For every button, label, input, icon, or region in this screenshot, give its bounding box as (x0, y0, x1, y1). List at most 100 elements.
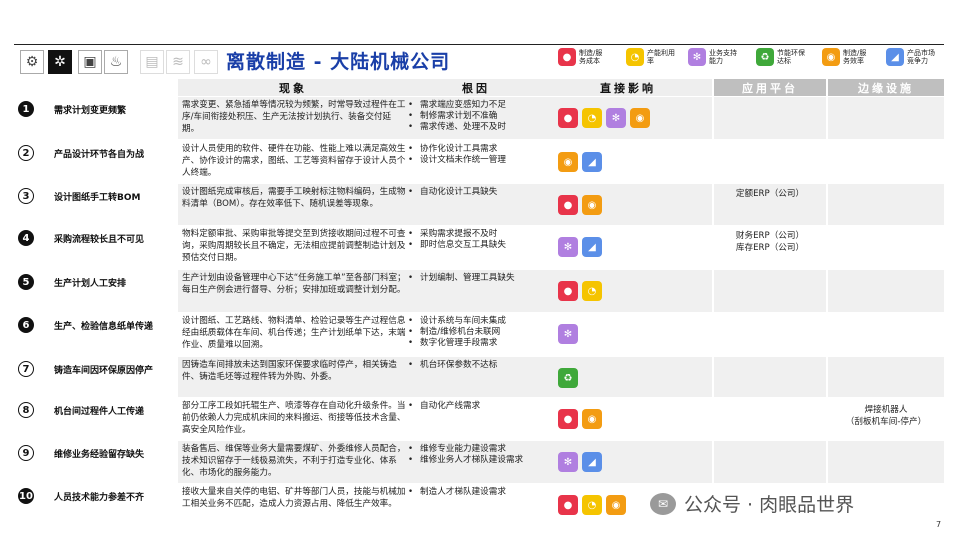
cell-background (828, 441, 944, 483)
efficiency-icon: ◉ (630, 108, 650, 128)
row-number-badge: 1 (18, 101, 34, 117)
phenomenon-text: 设计图纸、工艺路线、物料清单、检验记录等生产过程信息经由纸质载体在车间、机台传递… (182, 316, 406, 350)
row-number-badge: 4 (18, 230, 34, 246)
issue-title: 设计图纸手工转BOM (54, 193, 141, 203)
efficiency-icon: ◉ (582, 409, 602, 429)
eco-icon: ♻ (756, 48, 774, 66)
capacity-clock-icon: ◔ (582, 108, 602, 128)
issue-title: 采购流程较长且不可见 (54, 235, 145, 245)
cell-background (714, 97, 826, 139)
issue-title: 维修业务经验留存缺失 (54, 450, 145, 460)
issue-title: 铸造车间因环保原因停产 (54, 366, 154, 376)
cell-background (828, 184, 944, 225)
cost-icon: ● (558, 108, 578, 128)
phenomenon-text: 物料定额审批、采购审批等提交至到货接收期间过程不可查询，采购周期较长且不确定，无… (182, 229, 406, 263)
market-icon: ◢ (582, 152, 602, 172)
capacity-clock-icon: ◔ (626, 48, 644, 66)
waves-icon[interactable]: ≋ (166, 50, 190, 74)
efficiency-icon: ◉ (582, 195, 602, 215)
issue-title: 机台间过程件人工传递 (54, 407, 145, 417)
column-header-phenomenon: 现象 (178, 79, 408, 96)
table-row: 7 铸造车间因环保原因停产 因铸造车间排放未达到国家环保要求临时停产，相关铸造件、铸… (14, 357, 944, 397)
phenomenon-text: 需求变更、紧急插单等情况较为频繁，时常导致过程件在工序/车间衔接处积压、生产无法… (182, 100, 406, 134)
legend-item-support: ✻ 业务支持能力 (688, 48, 737, 66)
impact-icons: ✻ ◢ (558, 237, 602, 257)
table-row: 4 采购流程较长且不可见 物料定额审批、采购审批等提交至到货接收期间过程不可查询，采… (14, 226, 944, 269)
support-icon: ✻ (558, 237, 578, 257)
row-number-badge: 5 (18, 274, 34, 290)
issue-title: 产品设计环节各自为战 (54, 150, 145, 160)
cell-background (714, 141, 826, 183)
cell-background (828, 141, 944, 183)
cell-background (828, 313, 944, 356)
platform-text: 财务ERP（公司） 库存ERP（公司） (735, 231, 805, 253)
table-row: 3 设计图纸手工转BOM 设计图纸完成审核后，需要手工映射标注物料编码，生成物料清单… (14, 184, 944, 225)
page-number: 7 (936, 520, 942, 529)
impact-icons: ♻ (558, 368, 578, 388)
cost-icon: ● (558, 195, 578, 215)
impact-icons: ● ◔ ✻ ◉ (558, 108, 650, 128)
table-row: 6 生产、检验信息纸单传递 设计图纸、工艺路线、物料清单、检验记录等生产过程信息经由… (14, 313, 944, 356)
issue-title: 生产、检验信息纸单传递 (54, 322, 154, 332)
impact-icons: ✻ (558, 324, 578, 344)
efficiency-icon: ◉ (558, 152, 578, 172)
legend-label: 产品市场竞争力 (907, 49, 935, 65)
legend-item-efficiency: ◉ 制造/服务效率 (822, 48, 871, 66)
support-icon: ✻ (606, 108, 626, 128)
market-icon: ◢ (886, 48, 904, 66)
cell-background (714, 313, 826, 356)
watermark-text: 公众号 · 肉眼品世界 (684, 494, 855, 516)
table-row: 9 维修业务经验留存缺失 装备售后、维保等业务大量需要煤矿、外委维修人员配合，技术知… (14, 441, 944, 483)
legend-label: 制造/服务效率 (843, 49, 867, 65)
legend-label: 产能利用率 (647, 49, 675, 65)
link-icon[interactable]: ∞ (194, 50, 218, 74)
impact-icons: ● ◔ (558, 281, 602, 301)
impact-icons: ● ◉ (558, 195, 602, 215)
platform-text: 定额ERP（公司） (735, 189, 805, 199)
page-title: 离散制造 - 大陆机械公司 (226, 51, 451, 73)
phenomenon-text: 设计图纸完成审核后，需要手工映射标注物料编码，生成物料清单（BOM）。存在效率低… (182, 187, 406, 209)
row-number-badge: 2 (18, 145, 34, 161)
market-icon: ◢ (582, 452, 602, 472)
row-number-badge: 7 (18, 361, 34, 377)
edge-facility-text: 焊接机器人 （刮板机车间-停产） (845, 405, 927, 427)
phenomenon-text: 接收大量来自关停的电铝、矿井等部门人员，技能与机械加工相关业务不匹配，造成人力资… (182, 487, 406, 509)
robot-arm-icon[interactable]: ⚙ (20, 50, 44, 74)
cell-background (828, 226, 944, 269)
impact-icons: ✻ ◢ (558, 452, 602, 472)
cell-background (828, 270, 944, 312)
issue-title: 生产计划人工安排 (54, 279, 127, 289)
cell-background (714, 441, 826, 483)
server-icon[interactable]: ▤ (140, 50, 164, 74)
impact-icons: ◉ ◢ (558, 152, 602, 172)
legend-label: 业务支持能力 (709, 49, 737, 65)
support-icon: ✻ (688, 48, 706, 66)
wechat-icon: ✉ (650, 492, 676, 515)
support-icon: ✻ (558, 452, 578, 472)
cell-background (714, 270, 826, 312)
cell-background (828, 357, 944, 397)
legend-item-market: ◢ 产品市场竞争力 (886, 48, 935, 66)
capacity-clock-icon: ◔ (582, 495, 602, 515)
table-row: 1 需求计划变更频繁 需求变更、紧急插单等情况较为频繁，时常导致过程件在工序/车间衔… (14, 97, 944, 139)
watermark: ✉ 公众号 · 肉眼品世界 (650, 490, 854, 517)
legend-item-eco: ♻ 节能环保达标 (756, 48, 805, 66)
cell-background (714, 398, 826, 440)
machine-icon[interactable]: ▣ (78, 50, 102, 74)
legend-item-capacity: ◔ 产能利用率 (626, 48, 675, 66)
cell-background (828, 97, 944, 139)
efficiency-icon: ◉ (606, 495, 626, 515)
row-number-badge: 6 (18, 317, 34, 333)
cell-background (714, 357, 826, 397)
phenomenon-text: 生产计划由设备管理中心下达“任务施工单”至各部门科室；每日生产例会进行督导、分析… (182, 273, 406, 295)
header-rule (14, 44, 944, 45)
cost-icon: ● (558, 495, 578, 515)
phenomenon-text: 部分工序工段如托辊生产、喷漆等存在自动化升级条件。当前仍依赖人力完成机床间的来料… (182, 401, 406, 435)
cost-icon: ● (558, 409, 578, 429)
gears-icon[interactable]: ✲ (48, 50, 72, 74)
eco-icon: ♻ (558, 368, 578, 388)
flame-icon[interactable]: ♨ (104, 50, 128, 74)
row-number-badge: 8 (18, 402, 34, 418)
efficiency-icon: ◉ (822, 48, 840, 66)
phenomenon-text: 设计人员使用的软件、硬件在功能、性能上难以满足高效生产、协作设计的需求，图纸、工… (182, 144, 406, 178)
